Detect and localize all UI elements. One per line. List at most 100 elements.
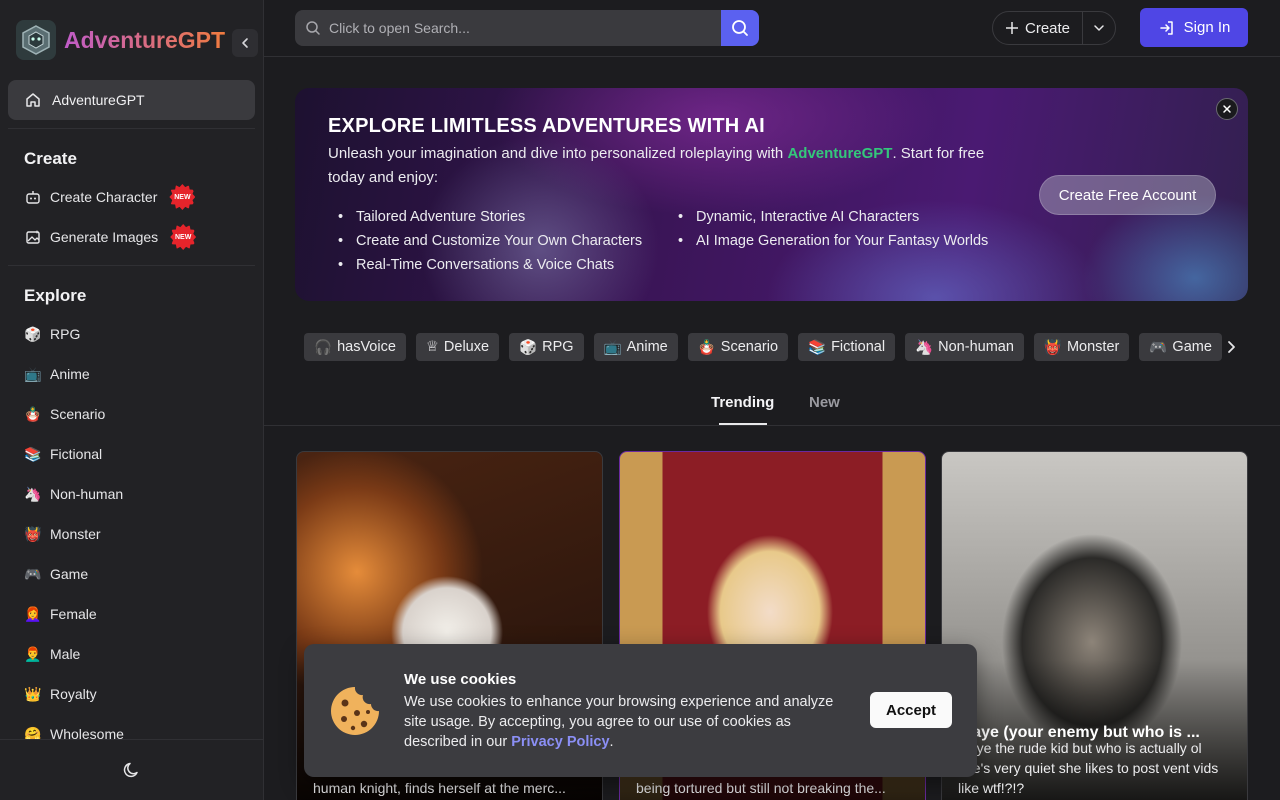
tag-game[interactable]: 🎮 Game	[1139, 333, 1222, 361]
feature-item: AI Image Generation for Your Fantasy Wor…	[678, 229, 1018, 253]
moon-icon[interactable]	[122, 760, 142, 780]
create-button[interactable]: Create	[992, 11, 1116, 45]
search-icon	[306, 21, 320, 35]
sidebar-item-anime[interactable]: 📺 Anime	[0, 354, 263, 394]
sidebar-item-label: Royalty	[50, 686, 97, 702]
sidebar-item-game[interactable]: 🎮 Game	[0, 554, 263, 594]
login-icon	[1159, 20, 1173, 35]
tv-icon: 📺	[24, 365, 42, 382]
books-icon: 📚	[808, 339, 827, 356]
banner-close-button[interactable]	[1216, 98, 1238, 120]
character-card[interactable]: inaye (your enemy but who is ... inaye t…	[941, 451, 1248, 800]
tag-rpg[interactable]: 🎲 RPG	[509, 333, 584, 361]
sidebar-item-label: Fictional	[50, 446, 103, 462]
close-icon	[1223, 105, 1231, 113]
sidebar-item-non-human[interactable]: 🦄 Non-human	[0, 474, 263, 514]
sidebar-item-create-character[interactable]: Create Character NEW	[0, 177, 263, 217]
card-description: being tortured but still not breaking th…	[636, 780, 886, 796]
search-bar[interactable]	[295, 10, 759, 46]
create-label: Create	[1025, 19, 1071, 37]
tag-monster[interactable]: 👹 Monster	[1033, 333, 1130, 361]
sidebar-item-label: Create Character	[50, 189, 158, 205]
create-free-account-button[interactable]: Create Free Account	[1039, 175, 1216, 215]
tag-label: Fictional	[831, 339, 886, 355]
tag-fictional[interactable]: 📚 Fictional	[798, 333, 896, 361]
search-input[interactable]	[329, 20, 739, 36]
nesting-doll-icon: 🪆	[697, 339, 716, 356]
sidebar-item-label: Female	[50, 606, 97, 622]
sidebar-item-royalty[interactable]: 👑 Royalty	[0, 674, 263, 714]
unicorn-icon: 🦄	[24, 485, 42, 502]
sidebar-item-label: Non-human	[50, 486, 124, 502]
topbar: Create Sign In	[264, 0, 1280, 57]
tags-scroll-right-button[interactable]	[1222, 338, 1240, 356]
sidebar-item-label: AdventureGPT	[52, 92, 145, 108]
divider	[8, 265, 255, 266]
create-dropdown-button[interactable]	[1083, 12, 1115, 44]
accept-cookies-button[interactable]: Accept	[870, 692, 952, 728]
banner-features: Tailored Adventure Stories Dynamic, Inte…	[338, 205, 1038, 277]
sidebar-item-home[interactable]: AdventureGPT	[8, 80, 255, 120]
privacy-policy-link[interactable]: Privacy Policy	[511, 734, 609, 750]
tag-scenario[interactable]: 🪆 Scenario	[687, 333, 789, 361]
tab-trending[interactable]: Trending	[711, 394, 774, 411]
sidebar-item-label: Anime	[50, 366, 90, 382]
banner-desc-text: Unleash your imagination and dive into p…	[328, 145, 788, 162]
tag-non-human[interactable]: 🦄 Non-human	[905, 333, 1024, 361]
sidebar-item-generate-images[interactable]: Generate Images NEW	[0, 217, 263, 257]
sidebar-item-rpg[interactable]: 🎲 RPG	[0, 314, 263, 354]
sidebar-item-female[interactable]: 👩‍🦰 Female	[0, 594, 263, 634]
feature-item: Real-Time Conversations & Voice Chats	[338, 253, 678, 277]
create-main-button[interactable]: Create	[993, 12, 1084, 44]
crown-icon: ♕	[425, 339, 439, 355]
tag-label: RPG	[542, 339, 574, 355]
sidebar-item-male[interactable]: 👨‍🦰 Male	[0, 634, 263, 674]
gamepad-icon: 🎮	[24, 565, 42, 582]
logo-icon[interactable]	[16, 20, 56, 60]
sidebar: AdventureGPT AdventureGPT Create Create …	[0, 0, 264, 800]
feature-item: Dynamic, Interactive AI Characters	[678, 205, 1018, 229]
tag-anime[interactable]: 📺 Anime	[593, 333, 678, 361]
tab-new[interactable]: New	[809, 394, 840, 411]
sidebar-item-monster[interactable]: 👹 Monster	[0, 514, 263, 554]
tag-label: Deluxe	[443, 339, 490, 355]
card-description: human knight, finds herself at the merc.…	[313, 780, 566, 796]
crown-icon: 👑	[24, 685, 42, 702]
tag-deluxe[interactable]: ♕ Deluxe	[415, 333, 500, 361]
cookie-title: We use cookies	[404, 671, 517, 688]
ogre-icon: 👹	[1043, 339, 1062, 356]
sign-in-button[interactable]: Sign In	[1140, 8, 1248, 47]
tag-hasvoice[interactable]: 🎧 hasVoice	[304, 333, 406, 361]
sidebar-item-label: Game	[50, 566, 89, 582]
man-icon: 👨‍🦰	[24, 645, 42, 662]
section-title-create: Create	[24, 149, 77, 168]
collapse-sidebar-button[interactable]	[232, 29, 258, 57]
search-button[interactable]	[721, 10, 759, 46]
feature-item: Tailored Adventure Stories	[338, 205, 678, 229]
sidebar-item-fictional[interactable]: 📚 Fictional	[0, 434, 263, 474]
banner-brand-highlight: AdventureGPT	[787, 145, 893, 162]
sign-in-label: Sign In	[1183, 19, 1231, 36]
sidebar-item-label: RPG	[50, 326, 81, 342]
chevron-left-icon	[242, 38, 248, 48]
sidebar-item-label: Male	[50, 646, 81, 662]
tag-label: Scenario	[720, 339, 779, 355]
nesting-doll-icon: 🪆	[24, 405, 42, 422]
sidebar-item-label: Scenario	[50, 406, 106, 422]
tag-label: Non-human	[938, 339, 1014, 355]
home-icon	[26, 93, 40, 107]
cookie-consent-banner: We use cookies We use cookies to enhance…	[304, 644, 977, 777]
sidebar-item-scenario[interactable]: 🪆 Scenario	[0, 394, 263, 434]
tag-label: Monster	[1066, 339, 1120, 355]
sidebar-item-label: Generate Images	[50, 229, 159, 245]
brand-name[interactable]: AdventureGPT	[64, 27, 225, 54]
banner-title: EXPLORE LIMITLESS ADVENTURES WITH AI	[328, 115, 765, 137]
image-sparkle-icon	[26, 230, 40, 244]
tv-icon: 📺	[603, 339, 622, 356]
gamepad-icon: 🎮	[1149, 339, 1168, 356]
new-badge: NEW	[169, 184, 196, 210]
tag-filter-bar: 🎧 hasVoice ♕ Deluxe 🎲 RPG 📺 Anime 🪆 Scenario …	[304, 333, 1224, 361]
feature-item: Create and Customize Your Own Characters	[338, 229, 678, 253]
feed-tabs: Trending New	[264, 383, 1280, 426]
cookie-body: We use cookies to enhance your browsing …	[404, 692, 854, 752]
